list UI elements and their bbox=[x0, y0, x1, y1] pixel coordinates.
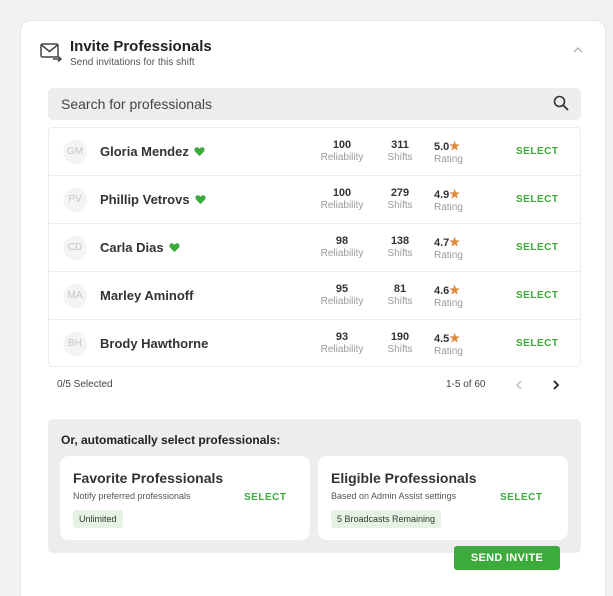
select-button[interactable]: SELECT bbox=[516, 194, 558, 205]
heart-icon bbox=[195, 195, 206, 205]
option-title: Eligible Professionals bbox=[331, 470, 477, 486]
chevron-up-icon[interactable] bbox=[573, 45, 583, 55]
reliability-stat: 98 Reliability bbox=[320, 235, 364, 259]
star-icon: ★ bbox=[449, 139, 461, 153]
shifts-stat: 190 Shifts bbox=[387, 331, 413, 355]
select-button[interactable]: SELECT bbox=[516, 242, 558, 253]
professionals-list: GM Gloria Mendez 100 Reliability 311 Shift… bbox=[48, 127, 581, 367]
rating-stat: 5.0★ Rating bbox=[434, 139, 463, 165]
avatar: GM bbox=[63, 140, 87, 164]
rating-stat: 4.7★ Rating bbox=[434, 235, 463, 261]
star-icon: ★ bbox=[449, 187, 461, 201]
rating-stat: 4.5★ Rating bbox=[434, 331, 463, 357]
reliability-stat: 100 Reliability bbox=[320, 139, 364, 163]
chevron-right-icon[interactable] bbox=[551, 379, 561, 391]
select-eligible-button[interactable]: SELECT bbox=[500, 492, 542, 503]
selected-count: 0/5 Selected bbox=[57, 379, 113, 390]
option-badge: 5 Broadcasts Remaining bbox=[331, 510, 442, 528]
send-invite-button[interactable]: SEND INVITE bbox=[454, 546, 560, 570]
reliability-stat: 100 Reliability bbox=[320, 187, 364, 211]
professional-name: Phillip Vetrovs bbox=[100, 192, 206, 207]
auto-select-title: Or, automatically select professionals: bbox=[61, 433, 281, 447]
heart-icon bbox=[194, 147, 205, 157]
rating-stat: 4.6★ Rating bbox=[434, 283, 463, 309]
professional-name: Brody Hawthorne bbox=[100, 336, 209, 351]
reliability-stat: 95 Reliability bbox=[320, 283, 364, 307]
avatar: BH bbox=[63, 332, 87, 356]
favorite-professionals-option: Favorite Professionals Notify preferred … bbox=[60, 456, 310, 540]
professional-row: GM Gloria Mendez 100 Reliability 311 Shift… bbox=[49, 128, 580, 176]
professional-name: Carla Dias bbox=[100, 240, 180, 255]
select-button[interactable]: SELECT bbox=[516, 338, 558, 349]
avatar: CD bbox=[63, 236, 87, 260]
heart-icon bbox=[169, 243, 180, 253]
select-favorites-button[interactable]: SELECT bbox=[244, 492, 286, 503]
search-icon[interactable] bbox=[553, 95, 569, 111]
professional-name: Marley Aminoff bbox=[100, 288, 194, 303]
select-button[interactable]: SELECT bbox=[516, 290, 558, 301]
option-badge: Unlimited bbox=[73, 510, 123, 528]
mail-send-icon bbox=[40, 43, 62, 62]
avatar: PV bbox=[63, 188, 87, 212]
option-title: Favorite Professionals bbox=[73, 470, 224, 486]
auto-select-section: Or, automatically select professionals: … bbox=[48, 419, 581, 553]
panel-title: Invite Professionals bbox=[70, 38, 212, 55]
professional-row: CD Carla Dias 98 Reliability 138 Shifts 4.… bbox=[49, 224, 580, 272]
search-placeholder: Search for professionals bbox=[61, 96, 212, 112]
star-icon: ★ bbox=[449, 283, 461, 297]
star-icon: ★ bbox=[449, 331, 461, 345]
avatar: MA bbox=[63, 284, 87, 308]
eligible-professionals-option: Eligible Professionals Based on Admin As… bbox=[318, 456, 568, 540]
option-description: Notify preferred professionals bbox=[73, 491, 191, 501]
select-button[interactable]: SELECT bbox=[516, 146, 558, 157]
panel-subtitle: Send invitations for this shift bbox=[70, 57, 195, 68]
professional-name: Gloria Mendez bbox=[100, 144, 205, 159]
pagination-range: 1-5 of 60 bbox=[446, 379, 486, 390]
shifts-stat: 81 Shifts bbox=[387, 283, 413, 307]
invite-professionals-panel: Invite Professionals Send invitations fo… bbox=[20, 20, 606, 596]
chevron-left-icon[interactable] bbox=[514, 379, 524, 391]
professional-row: MA Marley Aminoff 95 Reliability 81 Shifts… bbox=[49, 272, 580, 320]
shifts-stat: 279 Shifts bbox=[387, 187, 413, 211]
shifts-stat: 311 Shifts bbox=[387, 139, 413, 163]
professional-row: BH Brody Hawthorne 93 Reliability 190 Shif… bbox=[49, 320, 580, 368]
option-description: Based on Admin Assist settings bbox=[331, 491, 457, 501]
star-icon: ★ bbox=[449, 235, 461, 249]
reliability-stat: 93 Reliability bbox=[320, 331, 364, 355]
rating-stat: 4.9★ Rating bbox=[434, 187, 463, 213]
search-input[interactable]: Search for professionals bbox=[48, 88, 581, 120]
shifts-stat: 138 Shifts bbox=[387, 235, 413, 259]
professional-row: PV Phillip Vetrovs 100 Reliability 279 Shi… bbox=[49, 176, 580, 224]
